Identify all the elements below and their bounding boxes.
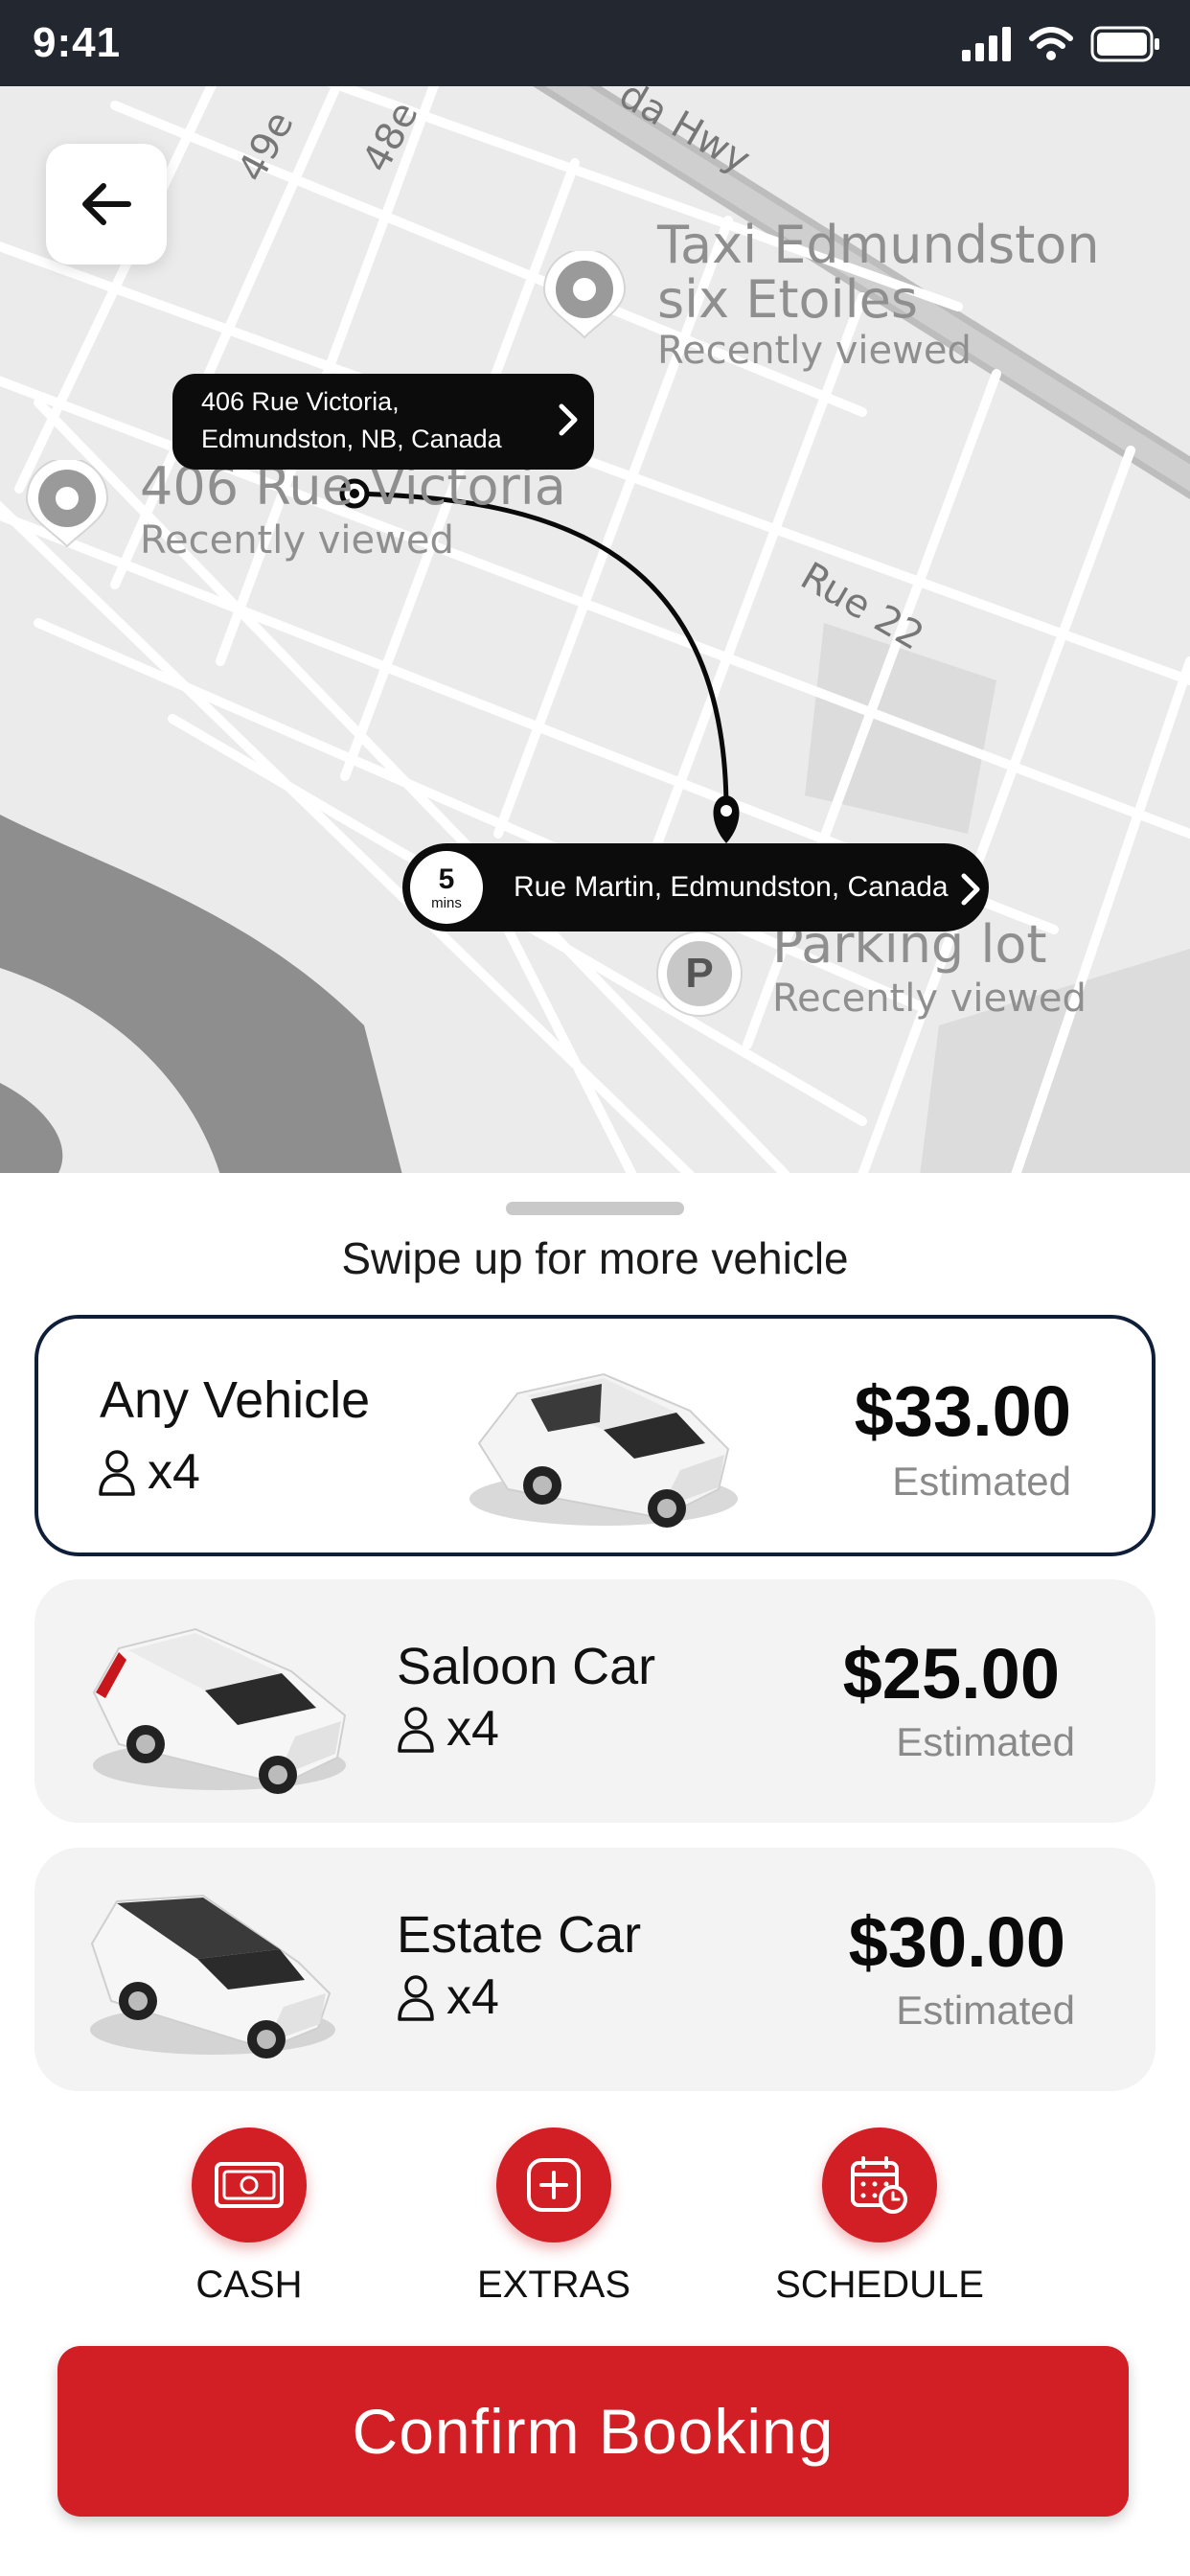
price-note: Estimated xyxy=(892,1459,1071,1504)
person-icon xyxy=(99,1450,135,1496)
place-sub: Recently viewed xyxy=(772,976,1087,1021)
schedule-label: SCHEDULE xyxy=(775,2264,984,2306)
battery-icon xyxy=(1090,26,1159,62)
status-time: 9:41 xyxy=(33,19,122,66)
vehicle-seats: x4 xyxy=(397,1700,499,1758)
sedan-car-icon xyxy=(469,1372,738,1528)
extras-button[interactable]: EXTRAS xyxy=(410,2128,698,2307)
schedule-button[interactable]: SCHEDULE xyxy=(736,2128,1023,2307)
eta-badge: 5 mins xyxy=(410,851,483,924)
cash-label: CASH xyxy=(195,2264,303,2306)
vehicle-bottom-sheet[interactable]: Swipe up for more vehicle Any Vehicle x4… xyxy=(0,1173,1190,2576)
arrow-left-icon xyxy=(82,183,131,225)
eta-value: 5 xyxy=(438,862,455,895)
place-pin-icon[interactable] xyxy=(540,251,629,339)
seat-count: x4 xyxy=(446,1701,499,1757)
vehicle-name: Any Vehicle xyxy=(100,1371,371,1429)
place-label-taxi[interactable]: Taxi Edmundston six Etoiles Recently vie… xyxy=(657,218,1100,371)
vehicle-seats: x4 xyxy=(98,1443,200,1501)
map-view[interactable]: 49e 48e da Hwy Rue 22 Taxi Edmundston si… xyxy=(0,86,1190,1175)
confirm-booking-button[interactable]: Confirm Booking xyxy=(57,2346,1129,2517)
cash-button[interactable]: CASH xyxy=(105,2128,393,2307)
price-note: Estimated xyxy=(896,1988,1075,2033)
origin-line2: Edmundston, NB, Canada xyxy=(201,425,502,454)
price-note: Estimated xyxy=(896,1719,1075,1764)
origin-address-bubble[interactable]: 406 Rue Victoria, Edmundston, NB, Canada xyxy=(172,374,594,470)
saloon-car-icon xyxy=(92,1627,347,1794)
extras-label: EXTRAS xyxy=(476,2264,631,2306)
seat-count: x4 xyxy=(148,1444,200,1500)
vehicle-name: Estate Car xyxy=(397,1906,642,1964)
destination-address-bubble[interactable]: 5 mins Rue Martin, Edmundston, Canada xyxy=(402,843,989,932)
vehicle-option-estate[interactable]: Estate Car x4 $30.00 Estimated xyxy=(34,1848,1156,2091)
chevron-right-icon xyxy=(961,873,980,906)
place-label-victoria[interactable]: 406 Rue Victoria Recently viewed xyxy=(140,459,566,563)
schedule-circle xyxy=(822,2128,937,2242)
extras-circle xyxy=(496,2128,611,2242)
back-button[interactable] xyxy=(46,144,167,264)
vehicle-price: $30.00 xyxy=(848,1902,1065,1982)
wifi-icon xyxy=(1029,27,1073,60)
vehicle-price: $25.00 xyxy=(842,1634,1060,1714)
estate-car-icon xyxy=(90,1894,335,2058)
vehicle-name: Saloon Car xyxy=(397,1638,656,1695)
signal-icon xyxy=(962,27,1011,61)
status-bar: 9:41 xyxy=(0,0,1190,86)
person-icon xyxy=(398,1975,434,2021)
swipe-hint: Swipe up for more vehicle xyxy=(341,1233,849,1283)
vehicle-price: $33.00 xyxy=(854,1371,1071,1451)
sheet-drag-handle[interactable] xyxy=(506,1202,684,1215)
vehicle-seats: x4 xyxy=(397,1968,499,2026)
seat-count: x4 xyxy=(446,1969,499,2025)
place-pin-icon[interactable] xyxy=(23,460,111,548)
chevron-right-icon xyxy=(559,403,578,436)
plus-square-icon xyxy=(527,2158,581,2212)
place-sub: Recently viewed xyxy=(140,518,454,563)
status-icons xyxy=(962,23,1161,65)
origin-line1: 406 Rue Victoria, xyxy=(201,387,400,416)
place-sub: Recently viewed xyxy=(657,329,972,374)
parking-letter: P xyxy=(685,950,714,997)
eta-unit: mins xyxy=(431,894,462,911)
person-icon xyxy=(398,1707,434,1753)
cash-icon xyxy=(215,2162,284,2208)
calendar-clock-icon xyxy=(851,2156,907,2214)
cash-circle xyxy=(192,2128,307,2242)
place-label-parking[interactable]: Parking lot Recently viewed xyxy=(772,917,1087,1021)
vehicle-option-saloon[interactable]: Saloon Car x4 $25.00 Estimated xyxy=(34,1579,1156,1823)
vehicle-option-any[interactable]: Any Vehicle x4 $33.00 Estimated xyxy=(34,1315,1156,1556)
destination-address: Rue Martin, Edmundston, Canada xyxy=(514,871,949,903)
place-name-line2: six Etoiles xyxy=(657,268,918,330)
place-name: Taxi Edmundston xyxy=(657,215,1100,275)
